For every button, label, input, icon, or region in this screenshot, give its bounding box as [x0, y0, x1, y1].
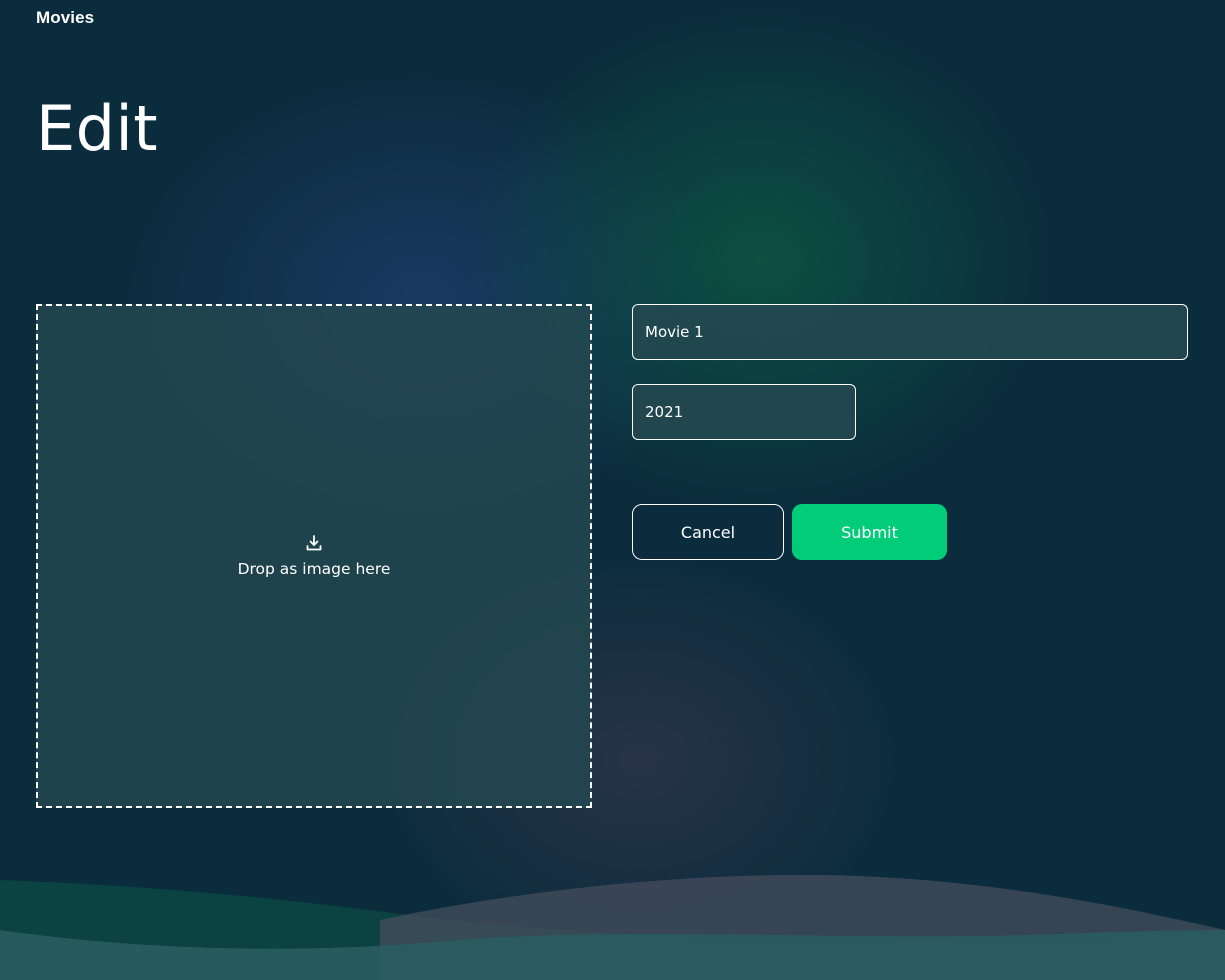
download-icon [306, 535, 322, 551]
page-title: Edit [36, 92, 159, 165]
brand-logo[interactable]: Movies [36, 8, 94, 28]
footer-wave-decoration [0, 874, 1225, 980]
cancel-button[interactable]: Cancel [632, 504, 784, 560]
dropzone-label: Drop as image here [237, 560, 391, 578]
image-dropzone[interactable]: Drop as image here [36, 304, 592, 808]
submit-button[interactable]: Submit [792, 504, 947, 560]
movie-title-input[interactable] [632, 304, 1188, 360]
publishing-year-input[interactable] [632, 384, 856, 440]
